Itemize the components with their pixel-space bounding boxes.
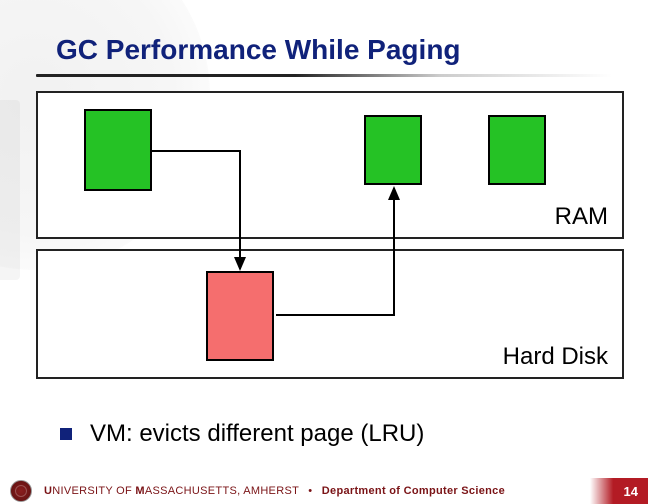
ram-block-3 xyxy=(488,115,546,185)
disk-block-1 xyxy=(206,271,274,361)
ram-block-1 xyxy=(84,109,152,191)
ram-label: RAM xyxy=(555,203,608,231)
title-underline xyxy=(36,74,612,77)
umass-seal-icon xyxy=(10,480,32,502)
slide-title: GC Performance While Paging xyxy=(56,34,648,66)
disk-label: Hard Disk xyxy=(503,343,608,371)
bullet-icon xyxy=(60,428,72,440)
bullet-text: VM: evicts different page (LRU) xyxy=(90,420,424,448)
slide: GC Performance While Paging RAM Hard Dis… xyxy=(0,0,648,504)
page-number: 14 xyxy=(590,478,648,504)
hard-disk-region: Hard Disk xyxy=(36,249,624,379)
footer-affiliation: UNIVERSITY OF MASSACHUSETTS, AMHERST • D… xyxy=(44,485,590,497)
ram-block-2 xyxy=(364,115,422,185)
footer-bar: UNIVERSITY OF MASSACHUSETTS, AMHERST • D… xyxy=(0,478,648,504)
diagram: RAM Hard Disk xyxy=(0,91,648,411)
bullet-item: VM: evicts different page (LRU) xyxy=(60,420,424,448)
